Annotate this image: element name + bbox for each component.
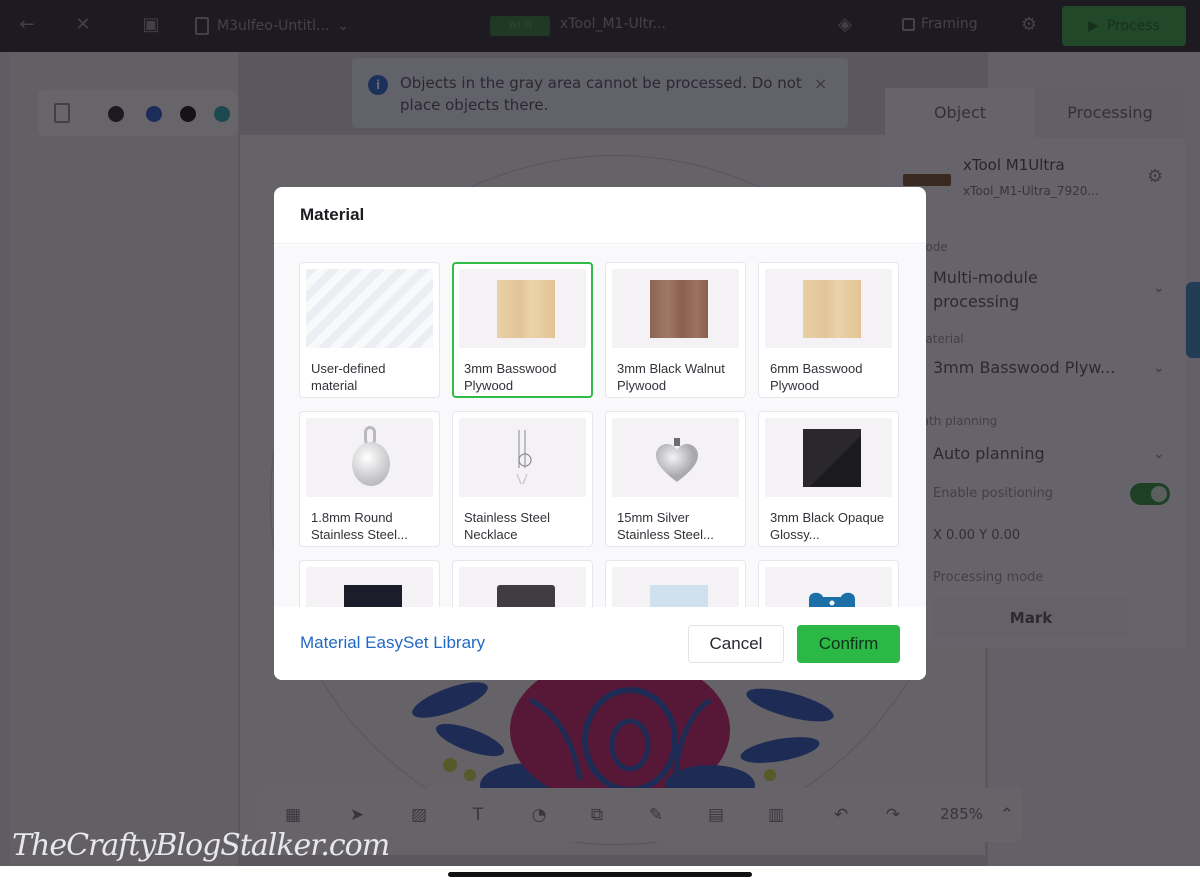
- material-card-selected[interactable]: 3mm Basswood Plywood: [452, 262, 593, 398]
- basswood-swatch: [803, 280, 861, 338]
- material-label: User-defined material: [311, 361, 386, 393]
- material-card[interactable]: [758, 560, 899, 607]
- material-thumbnail: [612, 418, 739, 497]
- material-grid: User-defined material 3mm Basswood Plywo…: [299, 262, 901, 607]
- material-card[interactable]: Stainless Steel Necklace: [452, 411, 593, 547]
- blue-tag-image: [809, 592, 855, 607]
- material-thumbnail: [765, 418, 892, 497]
- home-indicator[interactable]: [448, 872, 752, 877]
- material-thumbnail: [459, 567, 586, 607]
- material-easyset-library-link[interactable]: Material EasySet Library: [300, 633, 485, 653]
- slate-swatch: [497, 585, 555, 607]
- material-card[interactable]: 3mm Black Walnut Plywood: [605, 262, 746, 398]
- material-card[interactable]: [605, 560, 746, 607]
- dark-card-swatch: [344, 585, 402, 607]
- confirm-button[interactable]: Confirm: [797, 625, 900, 663]
- user-defined-pattern: [306, 269, 433, 348]
- material-thumbnail: [765, 269, 892, 348]
- dialog-header: Material: [274, 187, 926, 244]
- material-thumbnail: [306, 269, 433, 348]
- material-card[interactable]: 3mm Black Opaque Glossy...: [758, 411, 899, 547]
- necklace-image: [516, 430, 532, 485]
- dialog-title: Material: [300, 205, 365, 224]
- material-card[interactable]: User-defined material: [299, 262, 440, 398]
- watermark: TheCraftyBlogStalker.com: [12, 828, 390, 863]
- dialog-footer: Material EasySet Library Cancel Confirm: [274, 607, 926, 680]
- material-thumbnail: [459, 269, 586, 348]
- material-card[interactable]: [299, 560, 440, 607]
- cancel-button[interactable]: Cancel: [688, 625, 784, 663]
- material-card[interactable]: [452, 560, 593, 607]
- material-thumbnail: [612, 269, 739, 348]
- app-window: ← ✕ ▣ M3ulfeo-Untitl... ⌄ Wi-Fi xTool_M1…: [0, 0, 1200, 866]
- material-thumbnail: [765, 567, 892, 607]
- material-label: 3mm Black Walnut Plywood: [617, 361, 725, 393]
- walnut-swatch: [650, 280, 708, 338]
- material-thumbnail: [306, 418, 433, 497]
- material-card[interactable]: 6mm Basswood Plywood: [758, 262, 899, 398]
- material-card[interactable]: 15mm Silver Stainless Steel...: [605, 411, 746, 547]
- round-pendant-image: [352, 442, 390, 486]
- basswood-swatch: [497, 280, 555, 338]
- material-thumbnail: [459, 418, 586, 497]
- material-label: 1.8mm Round Stainless Steel...: [311, 510, 408, 542]
- material-label: 3mm Basswood Plywood: [464, 361, 557, 393]
- material-thumbnail: [612, 567, 739, 607]
- material-list[interactable]: User-defined material 3mm Basswood Plywo…: [274, 245, 926, 607]
- clear-acrylic-swatch: [650, 585, 708, 607]
- black-acrylic-swatch: [803, 429, 861, 487]
- material-thumbnail: [306, 567, 433, 607]
- material-label: 15mm Silver Stainless Steel...: [617, 510, 714, 542]
- material-label: 6mm Basswood Plywood: [770, 361, 863, 393]
- material-card[interactable]: 1.8mm Round Stainless Steel...: [299, 411, 440, 547]
- material-dialog: Material User-defined material 3mm Bassw…: [274, 187, 926, 680]
- material-label: Stainless Steel Necklace: [464, 510, 550, 542]
- heart-pendant-image: [656, 438, 698, 482]
- material-label: 3mm Black Opaque Glossy...: [770, 510, 885, 542]
